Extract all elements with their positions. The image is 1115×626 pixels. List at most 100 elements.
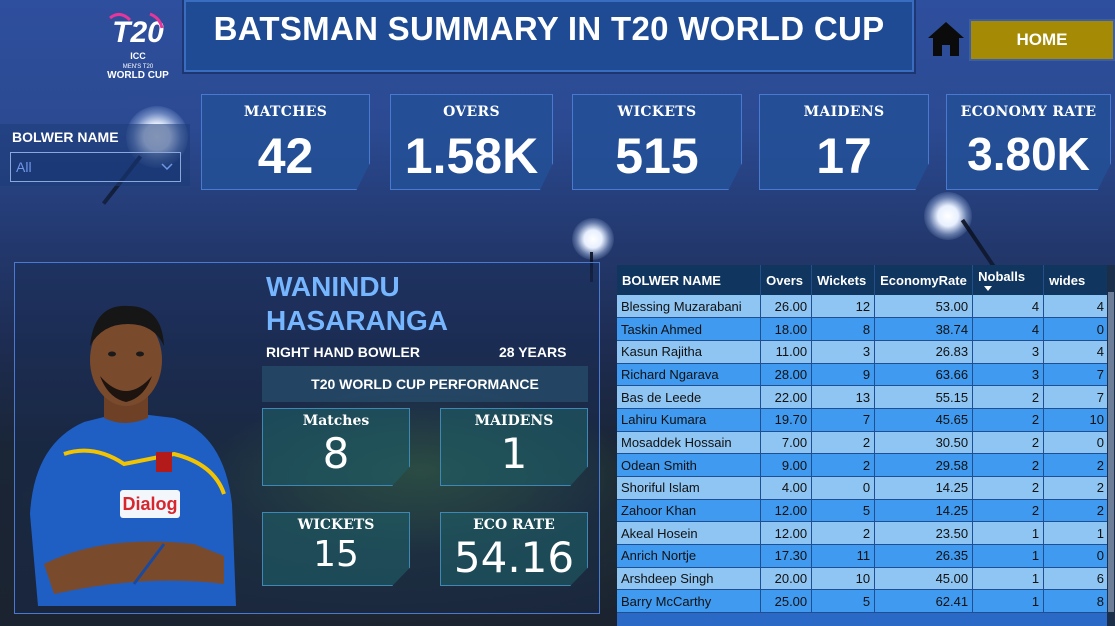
table-row[interactable]: Richard Ngarava 28.00 9 63.66 3 7 [617, 363, 1109, 387]
title-banner: BATSMAN SUMMARY IN T20 WORLD CUP [184, 0, 914, 72]
player-wickets-card: WICKETS 15 [262, 512, 410, 586]
kpi-overs-card: OVERS 1.58K [390, 94, 553, 190]
table-cell-value: 17.30 [760, 544, 813, 568]
column-header-label: Noballs [978, 269, 1026, 284]
table-cell-value: 0 [1043, 431, 1109, 455]
table-row[interactable]: Taskin Ahmed 18.00 8 38.74 4 0 [617, 317, 1109, 341]
table-cell-value: 19.70 [760, 408, 813, 432]
kpi-label: OVERS [443, 104, 500, 120]
kpi-maidens-card: MAIDENS 17 [759, 94, 929, 190]
table-cell-value: 6 [1043, 567, 1109, 591]
kpi-economy-card: ECONOMY RATE 3.80K [946, 94, 1111, 190]
table-cell-value: 2 [972, 453, 1045, 477]
table-cell-value: 7.00 [760, 431, 813, 455]
table-cell-bowler: Taskin Ahmed [617, 317, 762, 341]
table-cell-value: 3 [972, 363, 1045, 387]
player-first-name: WANINDU [266, 271, 400, 302]
kpi-value: 17 [816, 128, 872, 184]
kpi-value: 515 [615, 128, 699, 184]
table-cell-value: 4 [972, 295, 1045, 319]
bowler-name-slicer: BOLWER NAME All [0, 124, 190, 186]
table-cell-value: 9.00 [760, 453, 813, 477]
table-cell-value: 45.00 [874, 567, 974, 591]
page-title: BATSMAN SUMMARY IN T20 WORLD CUP [213, 10, 885, 47]
table-cell-value: 2 [972, 431, 1045, 455]
player-age: 28 YEARS [499, 344, 567, 360]
kpi-value: 42 [257, 128, 314, 184]
column-header-sorted[interactable]: Noballs [972, 265, 1045, 295]
home-button[interactable]: HOME [969, 19, 1115, 61]
table-cell-bowler: Zahoor Khan [617, 499, 762, 523]
table-row[interactable]: Zahoor Khan 12.00 5 14.25 2 2 [617, 499, 1109, 523]
table-cell-value: 13 [811, 385, 876, 409]
table-row[interactable]: Barry McCarthy 25.00 5 62.41 1 8 [617, 589, 1109, 614]
kpi-label: MATCHES [243, 104, 328, 120]
table-scroll-thumb[interactable] [1108, 292, 1114, 612]
table-cell-value: 11 [811, 544, 876, 568]
column-header[interactable]: wides [1043, 265, 1109, 295]
table-cell-value: 0 [811, 476, 876, 500]
table-row[interactable]: Arshdeep Singh 20.00 10 45.00 1 6 [617, 567, 1109, 591]
table-row[interactable]: Shoriful Islam 4.00 0 14.25 2 2 [617, 476, 1109, 500]
table-cell-bowler: Odean Smith [617, 453, 762, 477]
table-cell-bowler: Shoriful Islam [617, 476, 762, 500]
table-row[interactable]: Odean Smith 9.00 2 29.58 2 2 [617, 453, 1109, 477]
table-row[interactable]: Anrich Nortje 17.30 11 26.35 1 0 [617, 544, 1109, 568]
table-cell-value: 9 [811, 363, 876, 387]
stat-value: 15 [313, 534, 359, 575]
table-cell-value: 14.25 [874, 499, 974, 523]
table-row[interactable]: Kasun Rajitha 11.00 3 26.83 3 4 [617, 340, 1109, 364]
table-cell-value: 2 [811, 521, 876, 546]
table-cell-value: 55.15 [874, 385, 974, 409]
stat-label: MAIDENS [474, 413, 554, 429]
logo-mark: T20 [112, 16, 164, 49]
table-cell-value: 30.50 [874, 431, 974, 455]
table-cell-value: 4 [1043, 295, 1109, 319]
table-cell-value: 2 [972, 385, 1045, 409]
kpi-wickets-card: WICKETS 515 [572, 94, 742, 190]
player-eco-rate-card: ECO RATE 54.16 [440, 512, 588, 586]
table-cell-value: 10 [811, 567, 876, 591]
table-row[interactable]: Bas de Leede 22.00 13 55.15 2 7 [617, 385, 1109, 409]
table-cell-value: 1 [972, 521, 1045, 546]
column-header[interactable]: Wickets [811, 265, 876, 295]
table-cell-bowler: Mosaddek Hossain [617, 431, 762, 455]
table-cell-value: 5 [811, 589, 876, 614]
stat-value: 1 [500, 429, 528, 478]
bowler-stats-table: BOLWER NAME Overs Wickets EconomyRate No… [617, 265, 1109, 626]
logo-line3: WORLD CUP [107, 70, 169, 81]
column-header[interactable]: Overs [760, 265, 813, 295]
table-row[interactable]: Mosaddek Hossain 7.00 2 30.50 2 0 [617, 431, 1109, 455]
chevron-down-icon[interactable] [160, 159, 174, 173]
table-cell-value: 1 [972, 567, 1045, 591]
table-cell-value: 38.74 [874, 317, 974, 341]
table-cell-value: 12.00 [760, 499, 813, 523]
column-header[interactable]: BOLWER NAME [617, 265, 762, 295]
stat-label: WICKETS [297, 517, 375, 533]
table-cell-value: 8 [1043, 589, 1109, 614]
bowler-name-dropdown[interactable]: All [10, 152, 181, 182]
table-header-row: BOLWER NAME Overs Wickets EconomyRate No… [617, 265, 1109, 295]
player-name: WANINDU HASARANGA [266, 270, 448, 338]
table-cell-value: 22.00 [760, 385, 813, 409]
home-icon[interactable] [926, 20, 966, 58]
table-cell-value: 2 [972, 499, 1045, 523]
column-header[interactable]: EconomyRate [874, 265, 974, 295]
table-cell-value: 25.00 [760, 589, 813, 614]
logo-line1: ICC [130, 51, 146, 61]
table-cell-value: 7 [1043, 385, 1109, 409]
floodlight-decoration [572, 218, 614, 260]
table-row[interactable]: Akeal Hosein 12.00 2 23.50 1 1 [617, 521, 1109, 546]
kpi-value: 1.58K [404, 128, 539, 184]
table-cell-bowler: Akeal Hosein [617, 521, 762, 546]
table-cell-value: 10 [1043, 408, 1109, 432]
table-cell-value: 2 [1043, 453, 1109, 477]
table-cell-value: 18.00 [760, 317, 813, 341]
stat-label: ECO RATE [473, 517, 555, 533]
table-row[interactable]: Blessing Muzarabani 26.00 12 53.00 4 4 [617, 295, 1109, 319]
table-cell-value: 2 [811, 431, 876, 455]
table-cell-bowler: Anrich Nortje [617, 544, 762, 568]
table-row[interactable]: Lahiru Kumara 19.70 7 45.65 2 10 [617, 408, 1109, 432]
jersey-sponsor: Dialog [122, 494, 177, 514]
table-cell-value: 26.83 [874, 340, 974, 364]
